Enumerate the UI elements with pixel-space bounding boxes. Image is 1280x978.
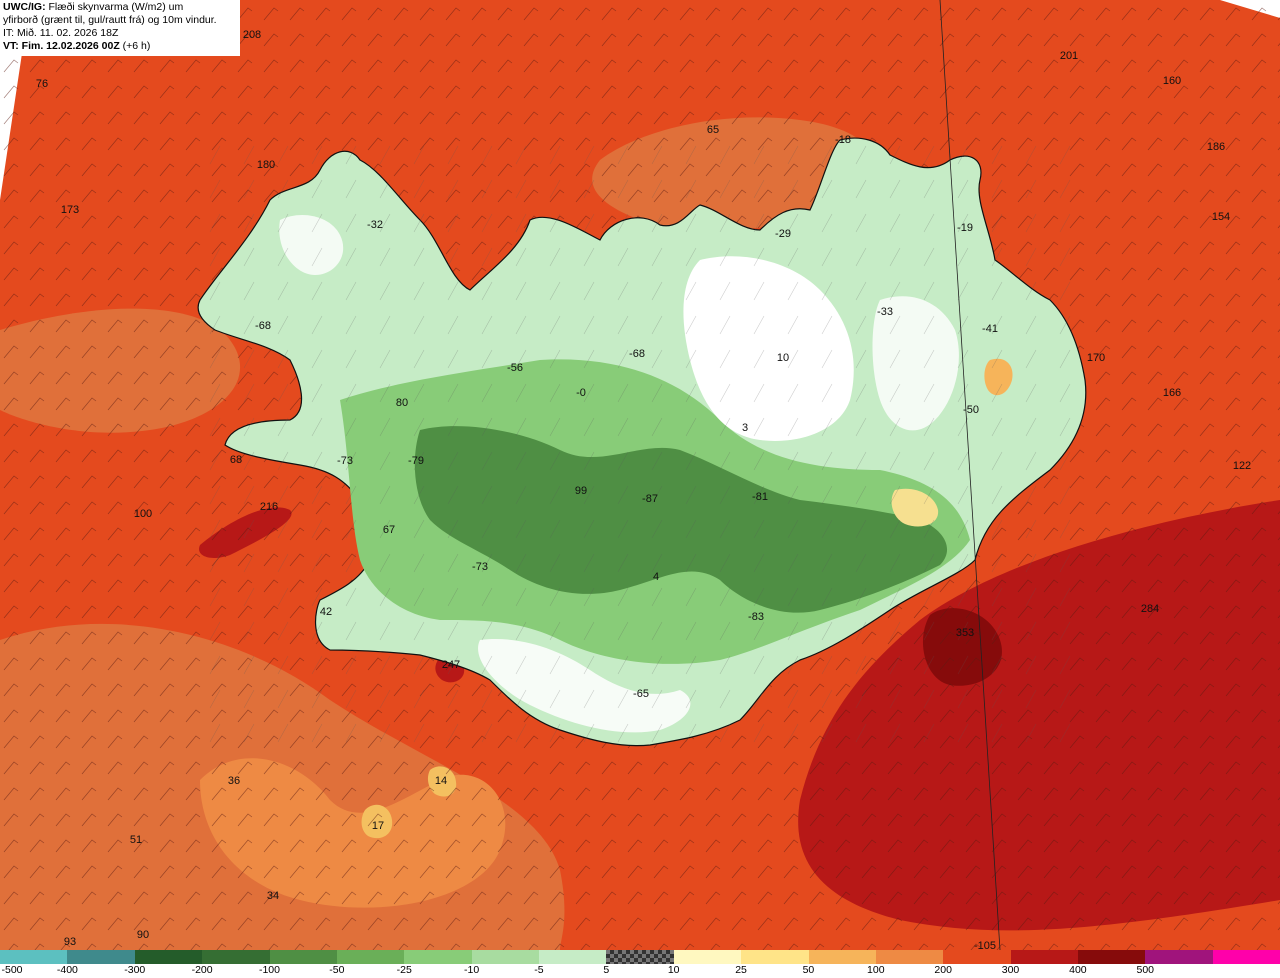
flux-value: -41 (982, 323, 998, 335)
colorbar-swatch (741, 950, 809, 964)
colorbar-swatch (808, 950, 876, 964)
flux-value: 122 (1232, 460, 1252, 472)
flux-value: 180 (256, 159, 276, 171)
flux-value: 67 (382, 524, 396, 536)
colorbar-swatch (1212, 950, 1280, 964)
colorbar-label: -500 (1, 964, 23, 976)
flux-value: 36 (227, 775, 241, 787)
flux-value: 93 (63, 936, 77, 948)
colorbar-swatch (269, 950, 337, 964)
colorbar-swatch (606, 950, 674, 964)
colorbar-swatch (875, 950, 944, 964)
flux-value: -79 (408, 455, 424, 467)
flux-value: 34 (266, 890, 280, 902)
colorbar-swatch (1145, 950, 1213, 964)
colorbar-label: -10 (463, 964, 480, 976)
colorbar-label: -400 (56, 964, 78, 976)
flux-value: 42 (319, 606, 333, 618)
valid-time: VT: Fim. 12.02.2026 00Z (+6 h) (3, 40, 151, 52)
colorbar-label: -5 (534, 964, 544, 976)
flux-value: 99 (574, 485, 588, 497)
colorbar-swatch (336, 950, 405, 964)
flux-value: -18 (835, 134, 851, 146)
flux-value: 160 (1162, 75, 1182, 87)
flux-value: -65 (633, 688, 649, 700)
flux-value: -73 (472, 561, 488, 573)
flux-value: 3 (741, 422, 749, 434)
flux-value: 65 (706, 124, 720, 136)
flux-value: -81 (752, 491, 768, 503)
colorbar-swatch (1010, 950, 1078, 964)
colorbar-swatch (943, 950, 1011, 964)
flux-value: -50 (963, 404, 979, 416)
flux-value: -68 (255, 320, 271, 332)
colorbar-label: 100 (867, 964, 885, 976)
colorbar-label: 300 (1001, 964, 1020, 976)
flux-value: 90 (136, 929, 150, 941)
colorbar-swatch (1078, 950, 1146, 964)
flux-value: -0 (576, 387, 586, 399)
flux-value: 186 (1206, 141, 1226, 153)
flux-value: 4 (652, 571, 660, 583)
title-line-1: UWC/IG: Flæði skynvarma (W/m2) um (3, 1, 184, 13)
flux-value: -87 (642, 493, 658, 505)
colorbar-label: 500 (1136, 964, 1155, 976)
colorbar-label: 5 (603, 964, 610, 976)
flux-value: 173 (60, 204, 80, 216)
sensible-heat-flux-map (0, 0, 1280, 950)
flux-value: 10 (776, 352, 790, 364)
flux-value: 216 (259, 501, 279, 513)
colorbar-legend: -500 -400 -300 -200 -100 -50 -25 -10 -5 5 10 25 50 10… (0, 950, 1280, 978)
flux-value: 100 (133, 508, 153, 520)
colorbar-label: -25 (396, 964, 412, 976)
colorbar-swatches (0, 950, 1280, 964)
colorbar-label: 50 (802, 964, 815, 976)
flux-value: -73 (337, 455, 353, 467)
colorbar-swatch (0, 950, 68, 964)
flux-value: 166 (1162, 387, 1182, 399)
colorbar-swatch (67, 950, 135, 964)
flux-value: 170 (1086, 352, 1106, 364)
flux-value: 17 (371, 820, 385, 832)
colorbar-swatch (134, 950, 203, 964)
flux-value: 284 (1140, 603, 1160, 615)
colorbar-swatch (404, 950, 472, 964)
flux-value: 247 (441, 659, 461, 671)
flux-value: 14 (434, 775, 448, 787)
colorbar-swatch (539, 950, 607, 964)
flux-value: -83 (748, 611, 764, 623)
colorbar-swatch (673, 950, 742, 964)
flux-value: -29 (775, 228, 791, 240)
colorbar-label: 10 (667, 964, 680, 976)
flux-value: 68 (229, 454, 243, 466)
colorbar-label: 25 (735, 964, 747, 976)
colorbar-label: -50 (329, 964, 345, 976)
flux-value: 201 (1059, 50, 1079, 62)
colorbar-label: -200 (191, 964, 213, 976)
flux-value: 80 (395, 397, 409, 409)
flux-value: -56 (507, 362, 523, 374)
init-time: IT: Mið. 11. 02. 2026 18Z (3, 27, 119, 39)
colorbar-label: -300 (124, 964, 146, 976)
flux-value: -68 (629, 348, 645, 360)
flux-value: -19 (957, 222, 973, 234)
colorbar-label: 400 (1069, 964, 1087, 976)
flux-value: 51 (129, 834, 143, 846)
flux-value: 208 (242, 29, 262, 41)
colorbar-swatch (202, 950, 270, 964)
chart-title-box: UWC/IG: Flæði skynvarma (W/m2) um yfirbo… (0, 0, 240, 56)
flux-value: -33 (877, 306, 893, 318)
flux-value: 76 (35, 78, 49, 90)
flux-value: 353 (955, 627, 975, 639)
flux-value: 154 (1211, 211, 1231, 223)
colorbar-swatch (471, 950, 539, 964)
colorbar-label: -100 (258, 964, 280, 976)
colorbar-label: 200 (934, 964, 952, 976)
flux-value: -32 (367, 219, 383, 231)
title-line-2: yfirborð (grænt til, gul/rautt frá) og 1… (3, 14, 217, 26)
